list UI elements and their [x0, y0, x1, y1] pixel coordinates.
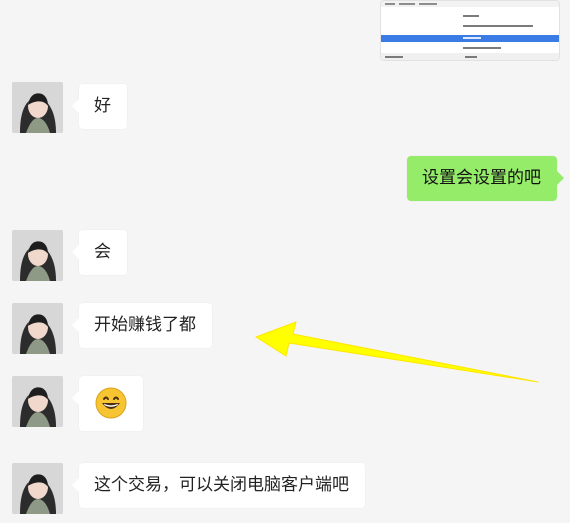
contact-avatar[interactable] [12, 303, 63, 354]
avatar-image [12, 376, 63, 427]
message-text: 会 [94, 242, 111, 262]
thumb-line [463, 47, 501, 49]
message-row [0, 376, 570, 438]
thumb-line [463, 37, 481, 39]
message-bubble[interactable]: 这个交易，可以关闭电脑客户端吧 [72, 463, 365, 508]
avatar-image [12, 82, 63, 133]
avatar-image [12, 463, 63, 514]
message-row: 会 [0, 230, 570, 282]
message-text: 设置会设置的吧 [422, 168, 541, 188]
chat-messages-area: 好 设置会设置的吧 会 开始赚钱了都 这个交易，可以关闭电脑客户端吧 [0, 0, 570, 523]
message-text: 这个交易，可以关闭电脑客户端吧 [94, 475, 349, 495]
contact-avatar[interactable] [12, 376, 63, 427]
screenshot-image-message[interactable] [380, 0, 560, 61]
thumb-line [419, 3, 437, 5]
thumb-line [465, 56, 477, 58]
message-bubble[interactable]: 开始赚钱了都 [72, 303, 212, 348]
thumb-line [399, 3, 415, 5]
contact-avatar[interactable] [12, 230, 63, 281]
message-row: 设置会设置的吧 [0, 156, 570, 208]
thumb-line [463, 15, 479, 17]
contact-avatar[interactable] [12, 82, 63, 133]
message-bubble[interactable] [72, 376, 143, 431]
grinning-face-icon [95, 387, 127, 419]
message-bubble[interactable]: 设置会设置的吧 [407, 156, 564, 201]
message-text: 开始赚钱了都 [94, 315, 196, 335]
thumb-line [385, 56, 403, 58]
avatar-image [12, 230, 63, 281]
message-row: 这个交易，可以关闭电脑客户端吧 [0, 463, 570, 515]
message-row: 开始赚钱了都 [0, 303, 570, 355]
avatar-image [12, 303, 63, 354]
thumb-line [463, 25, 533, 27]
message-text: 好 [94, 96, 111, 116]
message-bubble[interactable]: 会 [72, 230, 127, 275]
thumb-line [385, 3, 395, 5]
message-row: 好 [0, 82, 570, 134]
contact-avatar[interactable] [12, 463, 63, 514]
message-bubble[interactable]: 好 [72, 84, 127, 129]
